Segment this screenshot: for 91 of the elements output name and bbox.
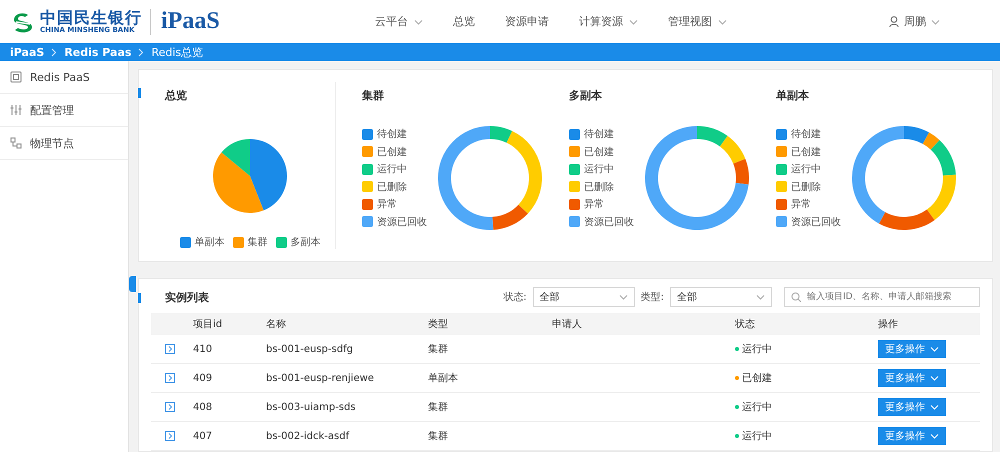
sidebar-item[interactable]: 物理节点 [0,127,128,160]
search-icon [791,292,801,302]
more-actions-button[interactable]: 更多操作 [878,369,946,387]
column-header: 名称 [266,318,287,331]
sidebar-item[interactable]: 配置管理 [0,94,128,127]
sliders-icon [10,104,22,116]
chart-title: 集群 [362,88,385,103]
bank-name: 中国民生银行 [40,8,142,26]
breadcrumb-link[interactable]: Redis总览 [151,44,204,60]
legend-label: 运行中 [584,162,614,176]
table-cell-text: bs-001-eusp-sdfg [266,344,354,354]
sidebar-item[interactable]: Redis PaaS [0,61,128,94]
nav-menu-item[interactable]: 计算资源 [579,14,638,29]
legend-label: 运行中 [377,162,407,176]
status-text: 运行中 [742,430,772,443]
nav-menu-item[interactable]: 资源申请 [505,14,549,29]
breadcrumb-link[interactable]: Redis Paas [64,46,132,58]
table-cell-text: 单副本 [428,372,459,385]
caret-icon [930,375,939,381]
legend-label: 异常 [584,198,604,212]
legend-label: 资源已回收 [584,216,634,229]
caret-icon [618,294,628,300]
table-cell-text: 集群 [428,343,449,356]
nodes-icon [10,137,22,149]
table-cell-text: bs-001-eusp-renjiewe [266,372,375,384]
status-text: 已创建 [742,372,772,385]
table-cell-text: bs-003-uiamp-sds [266,402,357,412]
legend-label: 已删除 [377,180,407,194]
chart-title: 总览 [165,88,188,103]
filter-select[interactable]: 全部 [670,287,772,307]
column-header: 申请人 [552,318,583,331]
legend-label: 资源已回收 [377,216,427,229]
column-header: 项目id [193,318,224,331]
table-cell-text: 409 [193,372,214,384]
legend-label: 单副本 [194,236,224,250]
filter-label: 状态: [503,290,527,304]
legend-label: 待创建 [377,128,407,142]
more-actions-button[interactable]: 更多操作 [878,340,946,358]
caret-icon [930,433,939,439]
chart-title: 单副本 [776,88,810,103]
table-cell-text: 407 [193,430,214,442]
caret-icon [931,18,940,24]
nav-menu-item[interactable]: 云平台 [375,14,423,29]
section-marker [138,293,141,303]
chart-title: 多副本 [569,88,603,103]
expand-icon [165,344,175,354]
legend-label: 资源已回收 [791,216,841,229]
product-name: iPaaS [161,8,220,35]
section-marker [138,88,141,98]
legend-label: 多副本 [290,236,320,250]
legend-label: 已创建 [584,146,614,159]
more-actions-button[interactable]: 更多操作 [878,398,946,416]
expand-icon [165,402,175,412]
legend-label: 已创建 [791,146,821,159]
nav-menu-item[interactable]: 总览 [453,14,475,29]
legend-label: 异常 [377,198,397,212]
caret-icon [930,346,939,352]
collapse-handle[interactable] [129,276,136,292]
search-field[interactable]: 输入项目ID、名称、申请人邮箱搜索 [784,287,980,307]
expand-icon [165,431,175,441]
legend-label: 集群 [248,236,268,250]
table-cell-text: 集群 [428,401,449,414]
filter-select[interactable]: 全部 [532,287,635,307]
expand-icon [165,373,175,383]
section-title: 实例列表 [165,290,209,304]
legend-label: 待创建 [584,128,614,142]
legend-label: 异常 [791,198,811,212]
chevron-icon [138,48,144,56]
nav-menu-item[interactable]: 管理视图 [668,14,727,29]
legend-label: 已删除 [791,180,821,194]
caret-icon [756,294,765,300]
column-header: 类型 [428,318,449,331]
chevron-icon [51,48,58,56]
status-text: 运行中 [742,400,772,414]
legend-label: 已删除 [584,180,614,194]
table-cell-text: bs-002-idck-asdf [266,430,350,442]
filter-label: 类型: [640,290,664,304]
legend-label: 运行中 [791,162,821,176]
breadcrumb-link[interactable]: iPaaS [10,46,44,58]
column-header: 状态 [735,318,756,331]
legend-label: 已创建 [377,146,407,159]
column-header: 操作 [878,318,899,331]
user-icon [889,16,899,27]
user-menu[interactable]: 周鹏 [889,14,940,29]
status-text: 运行中 [742,342,772,356]
caret-icon [930,404,939,410]
more-actions-button[interactable]: 更多操作 [878,427,946,445]
table-cell-text: 410 [193,344,214,354]
table-cell-text: 408 [193,402,214,412]
legend-label: 待创建 [791,128,821,142]
table-cell-text: 集群 [428,430,449,443]
